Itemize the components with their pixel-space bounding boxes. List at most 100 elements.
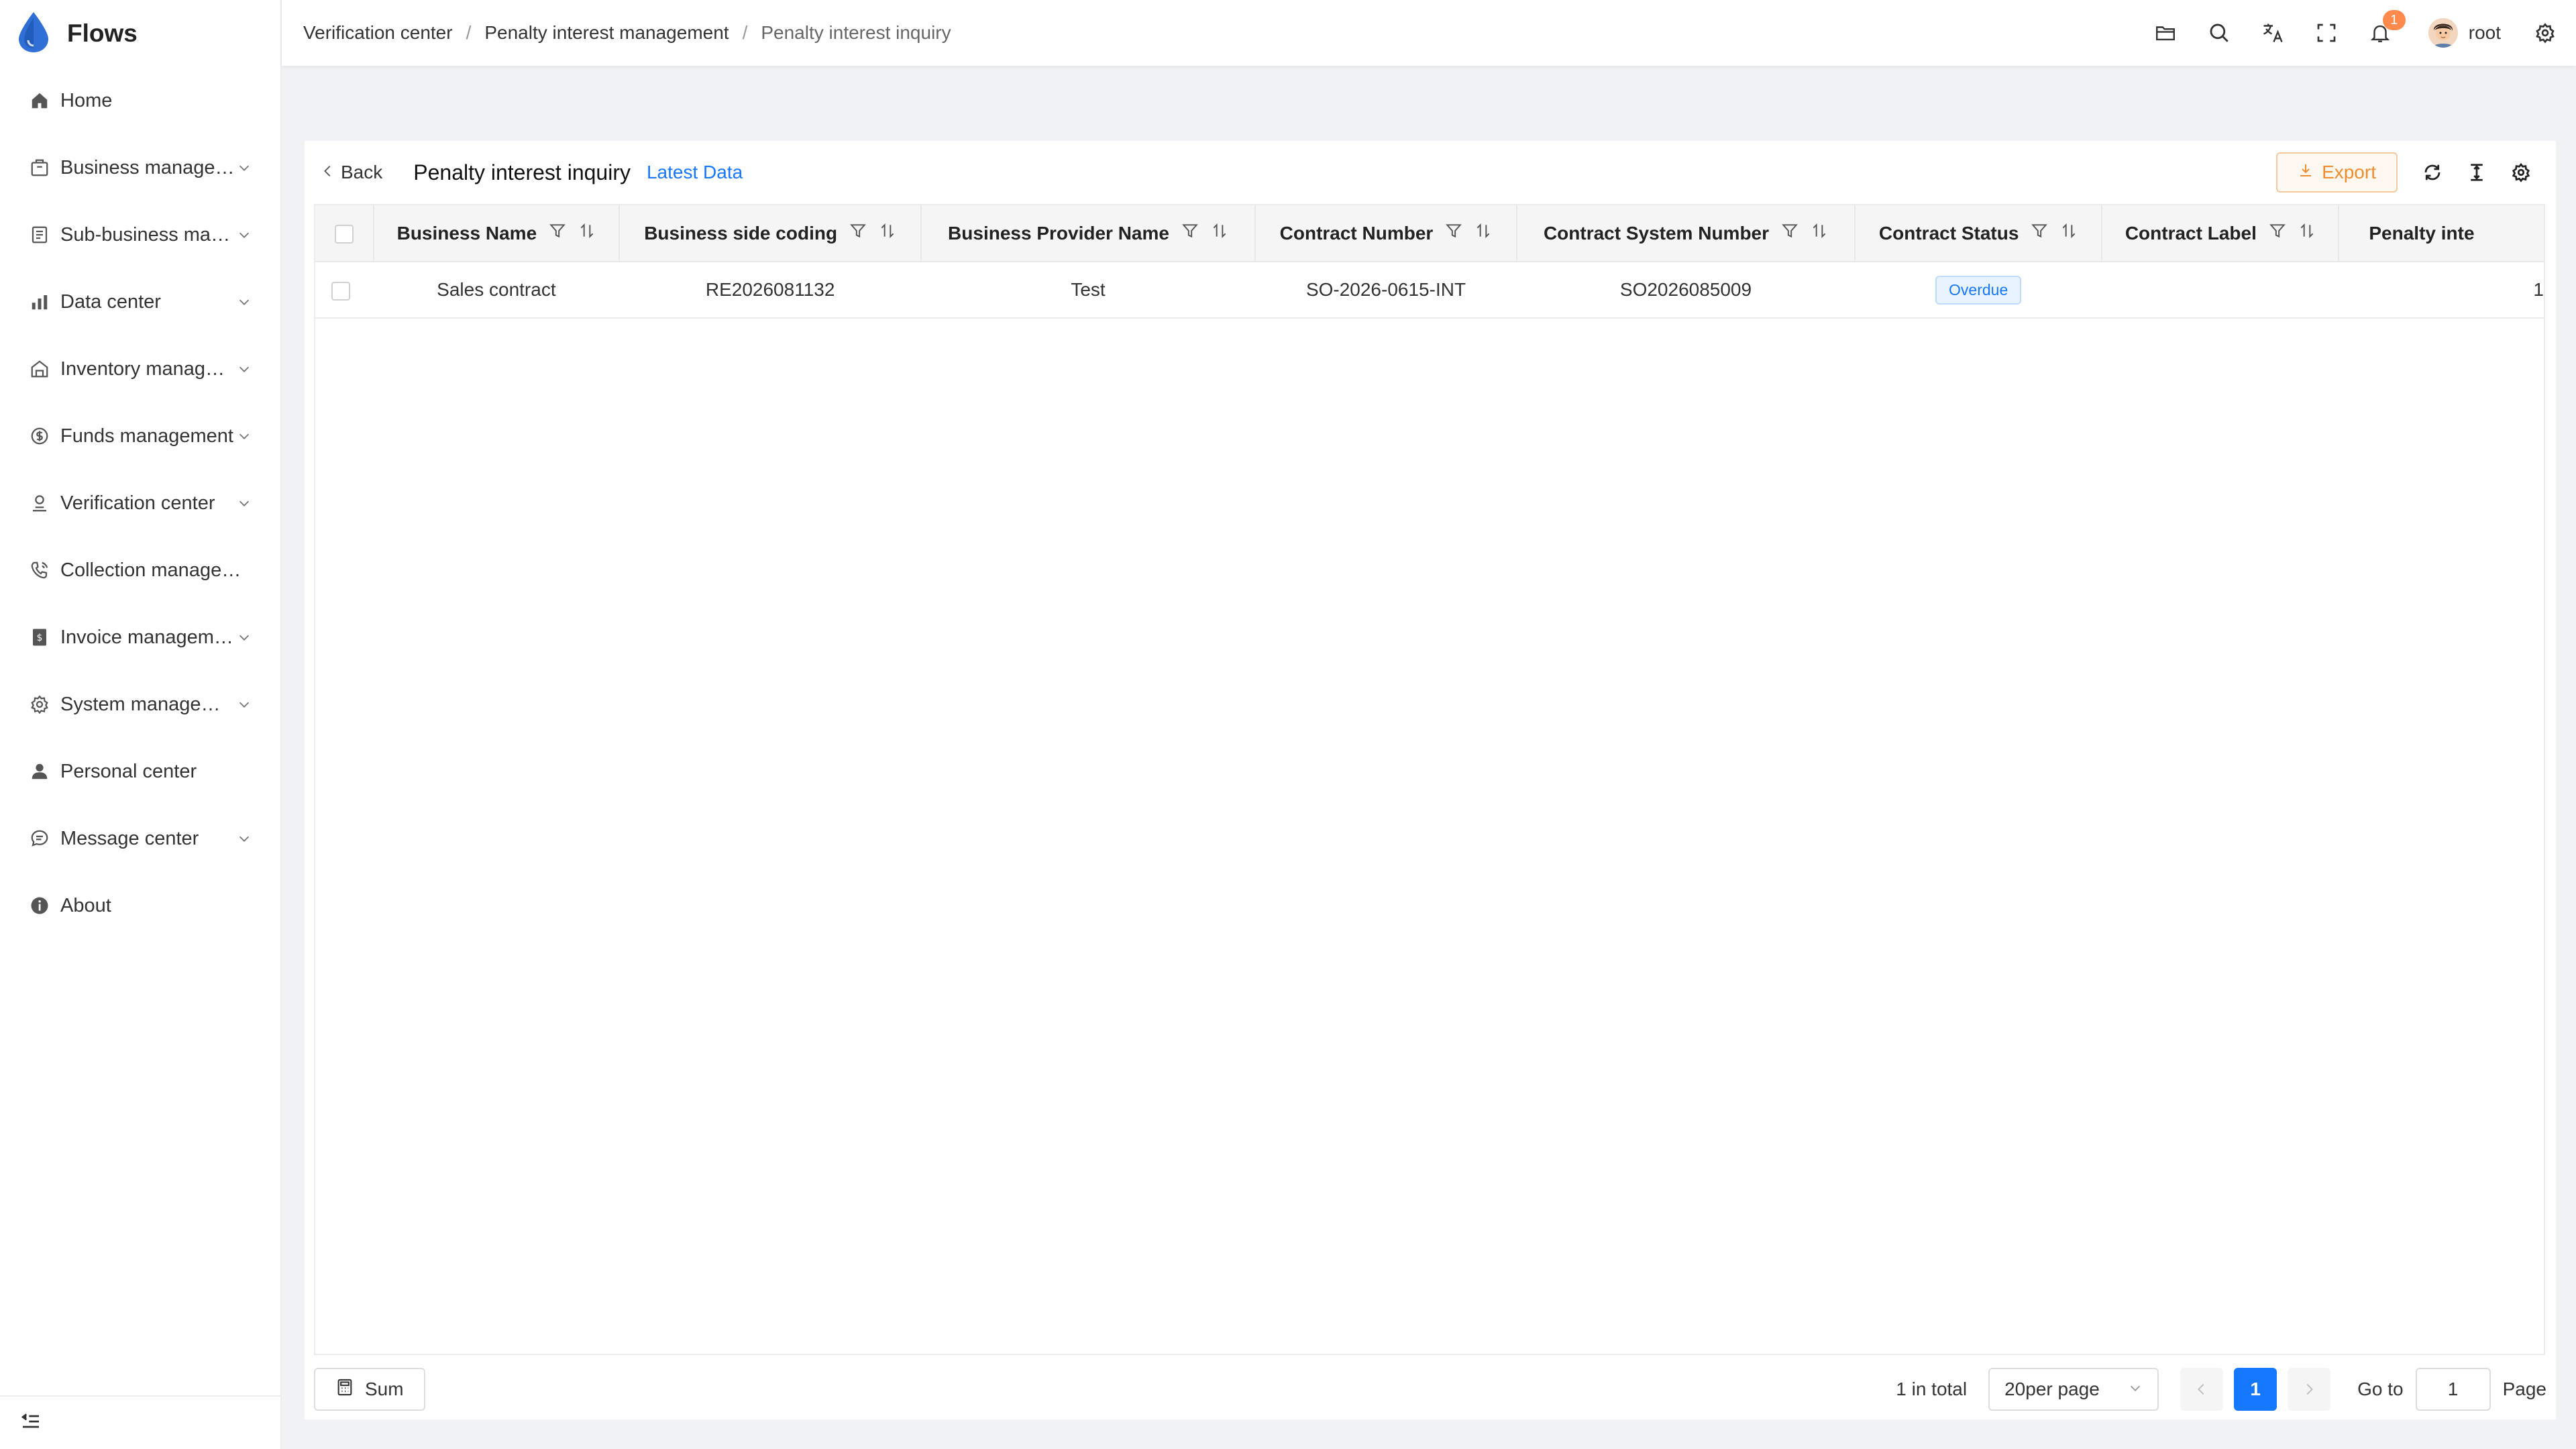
column-header-business-provider-name[interactable]: Business Provider Name [921, 205, 1256, 262]
chevron-down-icon [235, 427, 254, 445]
data-table-container[interactable]: Business Name Business side coding Busin… [314, 204, 2545, 1355]
sidebar-item-data-center[interactable]: Data center [0, 268, 280, 335]
sidebar-item-sub-business-management[interactable]: Sub-business management [0, 201, 280, 268]
filter-icon[interactable] [1445, 222, 1462, 244]
content-card: Back Penalty interest inquiry Latest Dat… [305, 141, 2556, 1419]
column-header-contract-label[interactable]: Contract Label [2102, 205, 2340, 262]
invoice-icon: $ [27, 625, 52, 650]
prev-page-button[interactable] [2180, 1368, 2224, 1411]
table-row[interactable]: Sales contract RE2026081132 Test SO-2026… [315, 262, 2544, 319]
row-select-cell [315, 262, 374, 319]
filter-icon[interactable] [849, 222, 867, 244]
sort-icon[interactable] [578, 222, 596, 244]
chevron-down-icon [235, 695, 254, 714]
cell-penalty-interest: 1 [2339, 262, 2544, 319]
translate-icon[interactable] [2258, 18, 2288, 48]
sidebar-item-business-management[interactable]: Business management [0, 134, 280, 201]
avatar [2428, 18, 2458, 48]
sort-icon[interactable] [2298, 222, 2316, 244]
refresh-icon[interactable] [2418, 158, 2447, 187]
pagination: 1 in total 20per page 1 Go to Page [1896, 1368, 2546, 1411]
breadcrumb: Verification center / Penalty interest m… [282, 22, 951, 44]
filter-icon[interactable] [549, 222, 566, 244]
cell-contract-system-number: SO2026085009 [1516, 262, 1856, 319]
chat-icon [27, 826, 52, 851]
sidebar-item-funds-management[interactable]: Funds management [0, 402, 280, 470]
sort-icon[interactable] [1474, 222, 1492, 244]
row-checkbox[interactable] [331, 281, 350, 301]
sum-label: Sum [365, 1379, 404, 1399]
goto-page-input[interactable] [2415, 1368, 2491, 1411]
sidebar-item-system-management[interactable]: System management [0, 671, 280, 738]
sort-icon[interactable] [1811, 222, 1828, 244]
card-header: Back Penalty interest inquiry Latest Dat… [305, 141, 2556, 204]
folder-icon[interactable] [2151, 18, 2180, 48]
filter-icon[interactable] [2031, 222, 2048, 244]
collapse-sidebar-icon[interactable] [20, 1411, 42, 1436]
app-logo[interactable]: Flows [0, 0, 280, 67]
column-header-penalty-interest[interactable]: Penalty inte [2339, 205, 2544, 262]
column-header-contract-number[interactable]: Contract Number [1255, 205, 1517, 262]
fullscreen-icon[interactable] [2312, 18, 2341, 48]
sort-icon[interactable] [2060, 222, 2078, 244]
sidebar-item-verification-center[interactable]: Verification center [0, 470, 280, 537]
export-button[interactable]: Export [2276, 152, 2398, 193]
chevron-down-icon [235, 225, 254, 244]
sidebar-item-label: About [60, 894, 111, 916]
cell-contract-label [2102, 262, 2339, 319]
download-icon [2298, 162, 2314, 183]
chevron-down-icon [2128, 1379, 2143, 1400]
chevron-down-icon [235, 628, 254, 647]
search-icon[interactable] [2204, 18, 2234, 48]
back-label: Back [341, 162, 383, 182]
filter-icon[interactable] [1781, 222, 1799, 244]
select-all-checkbox[interactable] [334, 225, 354, 244]
sidebar-item-home[interactable]: Home [0, 67, 280, 134]
filter-icon[interactable] [1181, 222, 1199, 244]
user-menu[interactable]: root [2428, 18, 2501, 48]
column-header-contract-status[interactable]: Contract Status [1855, 205, 2103, 262]
notification-bell-icon[interactable]: 1 [2365, 10, 2406, 48]
column-header-business-name[interactable]: Business Name [373, 205, 621, 262]
table-settings-icon[interactable] [2506, 158, 2536, 187]
table-header-row: Business Name Business side coding Busin… [315, 205, 2544, 262]
card-toolbar: Export [2276, 152, 2536, 193]
filter-icon[interactable] [2269, 222, 2286, 244]
page-number-button[interactable]: 1 [2234, 1368, 2277, 1411]
back-button[interactable]: Back [321, 162, 382, 183]
sidebar-item-label: Data center [60, 290, 161, 313]
sidebar-item-message-center[interactable]: Message center [0, 805, 280, 872]
export-label: Export [2322, 162, 2376, 182]
latest-data-link[interactable]: Latest Data [647, 162, 743, 183]
sidebar-item-label: Message center [60, 827, 199, 849]
column-header-contract-system-number[interactable]: Contract System Number [1516, 205, 1856, 262]
breadcrumb-item[interactable]: Penalty interest management [484, 22, 729, 44]
sum-button[interactable]: Sum [314, 1368, 425, 1411]
next-page-button[interactable] [2288, 1368, 2331, 1411]
sidebar-item-label: Verification center [60, 492, 215, 514]
data-table: Business Name Business side coding Busin… [315, 205, 2544, 319]
sidebar-menu: Home Business management Sub-business ma… [0, 67, 280, 939]
sidebar-item-collection-management[interactable]: Collection management [0, 537, 280, 604]
breadcrumb-item-current: Penalty interest inquiry [761, 22, 951, 43]
column-title: Contract System Number [1543, 222, 1770, 244]
settings-gear-icon[interactable] [2530, 18, 2560, 48]
sort-icon[interactable] [879, 222, 896, 244]
column-title: Penalty inte [2369, 222, 2475, 244]
sidebar-item-invoice-management[interactable]: $ Invoice management [0, 604, 280, 671]
column-height-icon[interactable] [2462, 158, 2491, 187]
card-footer: Sum 1 in total 20per page 1 Go to Page [314, 1367, 2546, 1411]
sidebar: Flows Home Business management Sub-busin… [0, 0, 282, 1449]
page-size-select[interactable]: 20per page [1988, 1368, 2159, 1411]
sidebar-item-label: Personal center [60, 760, 197, 782]
sidebar-item-personal-center[interactable]: Personal center [0, 738, 280, 805]
sort-icon[interactable] [1211, 222, 1228, 244]
sidebar-item-label: System management [60, 693, 235, 715]
page-size-value: 20per page [2004, 1379, 2100, 1399]
sidebar-item-label: Funds management [60, 425, 233, 447]
breadcrumb-item[interactable]: Verification center [303, 22, 453, 44]
column-header-business-side-coding[interactable]: Business side coding [619, 205, 922, 262]
cell-business-provider-name: Test [921, 262, 1256, 319]
sidebar-item-about[interactable]: About [0, 872, 280, 939]
sidebar-item-inventory-management[interactable]: Inventory management [0, 335, 280, 402]
